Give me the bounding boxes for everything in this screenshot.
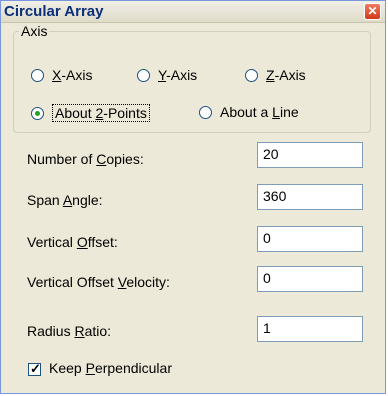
vertical-offset-velocity-label: Vertical Offset Velocity: (27, 274, 170, 290)
radio-about-2-points-button[interactable] (31, 106, 44, 120)
radio-x-axis[interactable]: X-Axis (31, 67, 92, 83)
radius-ratio-label: Radius Ratio: (27, 323, 112, 339)
title-bar: Circular Array ✕ (1, 1, 385, 23)
vertical-offset-label: Vertical Offset: (27, 234, 118, 250)
circular-array-dialog: Circular Array ✕ Axis X-Axis Y-Axis Z-Ax… (0, 0, 386, 394)
span-angle-label: Span Angle: (27, 192, 103, 208)
vertical-offset-velocity-input[interactable]: 0 (257, 266, 363, 292)
vertical-offset-input[interactable]: 0 (257, 226, 363, 252)
radio-about-2-points-label: About 2-Points (52, 104, 150, 122)
keep-perpendicular-label: Keep Perpendicular (49, 360, 172, 376)
radio-x-axis-label: X-Axis (52, 67, 93, 83)
close-button[interactable]: ✕ (364, 3, 381, 20)
radio-y-axis-label: Y-Axis (158, 67, 198, 83)
number-of-copies-label: Number of Copies: (27, 151, 144, 167)
radio-about-a-line-label: About a Line (220, 104, 299, 120)
axis-group-legend: Axis (19, 23, 50, 39)
radio-about-2-points[interactable]: About 2-Points (31, 104, 150, 122)
radio-y-axis-button[interactable] (137, 68, 150, 82)
keep-perpendicular-checkbox[interactable]: ✓ (28, 361, 41, 376)
radio-x-axis-button[interactable] (31, 68, 44, 82)
dialog-title: Circular Array (4, 3, 104, 20)
number-of-copies-input[interactable]: 20 (257, 142, 363, 168)
radius-ratio-input[interactable]: 1 (257, 316, 363, 342)
checkmark-icon: ✓ (30, 361, 41, 376)
span-angle-input[interactable]: 360 (257, 184, 363, 210)
radio-y-axis[interactable]: Y-Axis (137, 67, 197, 83)
radio-z-axis-label: Z-Axis (266, 67, 306, 83)
radio-z-axis-button[interactable] (245, 68, 258, 82)
radio-about-a-line[interactable]: About a Line (199, 104, 299, 120)
radio-z-axis[interactable]: Z-Axis (245, 67, 306, 83)
radio-about-a-line-button[interactable] (199, 105, 212, 119)
close-icon: ✕ (367, 4, 378, 18)
